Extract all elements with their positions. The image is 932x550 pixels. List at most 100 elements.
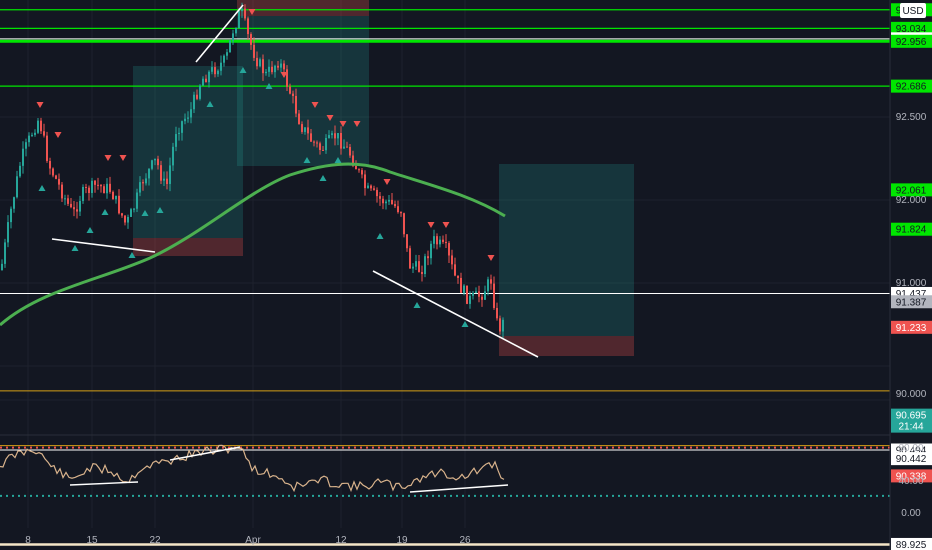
candle-body xyxy=(406,234,408,249)
candle-body xyxy=(349,147,351,156)
candle-body xyxy=(202,78,204,86)
candle-body xyxy=(382,198,384,204)
price-tag-label: 91.824 xyxy=(896,225,927,236)
candle-body xyxy=(91,180,93,193)
candle-body xyxy=(223,55,225,63)
candle-body xyxy=(169,165,171,184)
candle-body xyxy=(421,271,423,275)
candle-body xyxy=(256,57,258,67)
candle-body xyxy=(64,198,66,200)
candle-body xyxy=(259,59,261,67)
candle-body xyxy=(418,261,420,272)
candle-body xyxy=(460,277,462,293)
candle-body xyxy=(355,165,357,170)
candle-body xyxy=(184,118,186,122)
candle-body xyxy=(442,239,444,242)
candle-body xyxy=(331,133,333,136)
price-tag-label: 89.925 xyxy=(896,540,927,550)
candle-body xyxy=(439,239,441,245)
candle-body xyxy=(235,28,237,34)
candle-body xyxy=(325,138,327,151)
candle-body xyxy=(154,158,156,161)
candle-body xyxy=(145,178,147,184)
candle-body xyxy=(475,291,477,294)
price-tag-label: 92.686 xyxy=(896,82,927,93)
candle-body xyxy=(133,208,135,210)
candle-body xyxy=(55,175,57,179)
candle-body xyxy=(214,67,216,75)
candle-body xyxy=(283,63,285,70)
candle-body xyxy=(79,200,81,212)
candle-body xyxy=(196,94,198,99)
currency-label: USD xyxy=(902,6,923,17)
candle-body xyxy=(451,255,453,265)
candle-body xyxy=(424,256,426,275)
candle-body xyxy=(115,195,117,200)
candle-body xyxy=(412,266,414,269)
rsi-tick-label: 40.00 xyxy=(898,476,923,487)
candle-body xyxy=(7,222,9,243)
candle-body xyxy=(274,65,276,73)
candle-body xyxy=(367,185,369,189)
countdown-label: 21:44 xyxy=(898,422,923,433)
candle-body xyxy=(40,120,42,132)
candle-body xyxy=(298,113,300,125)
candle-body xyxy=(385,201,387,204)
candle-body xyxy=(226,52,228,56)
candle-body xyxy=(49,160,51,169)
price-tag-label: 92.956 xyxy=(896,37,927,48)
candle-body xyxy=(121,213,123,216)
candle-body xyxy=(337,133,339,139)
candle-body xyxy=(193,94,195,110)
candle-body xyxy=(328,135,330,139)
candle-body xyxy=(190,109,192,118)
price-tick-label: 91.000 xyxy=(896,278,927,289)
candle-body xyxy=(1,263,3,270)
candle-body xyxy=(100,185,102,187)
candle-body xyxy=(88,187,90,193)
candle-body xyxy=(415,261,417,267)
time-tick-label: 22 xyxy=(149,535,161,546)
candle-body xyxy=(220,62,222,71)
candle-body xyxy=(394,204,396,207)
candle-body xyxy=(136,192,138,209)
candle-body xyxy=(34,132,36,135)
candle-body xyxy=(313,141,315,143)
candle-body xyxy=(319,143,321,150)
rsi-tick-label: 0.00 xyxy=(901,508,921,519)
rsi-tick-label: 80.00 xyxy=(898,443,923,454)
trading-chart[interactable]: 93.14693.03492.97192.95692.68692.06191.8… xyxy=(0,0,932,550)
candle-body xyxy=(106,183,108,194)
price-tag-label: 91.233 xyxy=(896,323,927,334)
candle-body xyxy=(130,209,132,217)
candle-body xyxy=(178,132,180,135)
time-tick-label: 26 xyxy=(459,535,471,546)
candle-body xyxy=(247,18,249,35)
candle-body xyxy=(304,127,306,132)
stop-zone xyxy=(237,0,369,16)
candle-body xyxy=(37,120,39,133)
candle-body xyxy=(502,319,504,332)
candle-body xyxy=(457,275,459,278)
candle-body xyxy=(436,236,438,245)
candle-body xyxy=(139,182,141,193)
candle-body xyxy=(253,44,255,58)
time-tick-label: 8 xyxy=(25,535,31,546)
price-tick-label: 92.000 xyxy=(896,195,927,206)
candle-body xyxy=(67,198,69,204)
candle-body xyxy=(163,178,165,181)
candle-body xyxy=(490,279,492,284)
candle-body xyxy=(472,293,474,296)
candle-body xyxy=(175,134,177,147)
candle-body xyxy=(10,208,12,223)
candle-body xyxy=(379,196,381,199)
candle-body xyxy=(307,127,309,134)
candle-body xyxy=(484,291,486,300)
candle-body xyxy=(478,291,480,297)
candle-body xyxy=(370,185,372,189)
chart-canvas[interactable]: 93.14693.03492.97192.95692.68692.06191.8… xyxy=(0,0,932,550)
candle-body xyxy=(241,8,243,12)
candle-body xyxy=(280,63,282,68)
currency-badge[interactable]: USD xyxy=(900,3,926,18)
candle-body xyxy=(208,71,210,83)
